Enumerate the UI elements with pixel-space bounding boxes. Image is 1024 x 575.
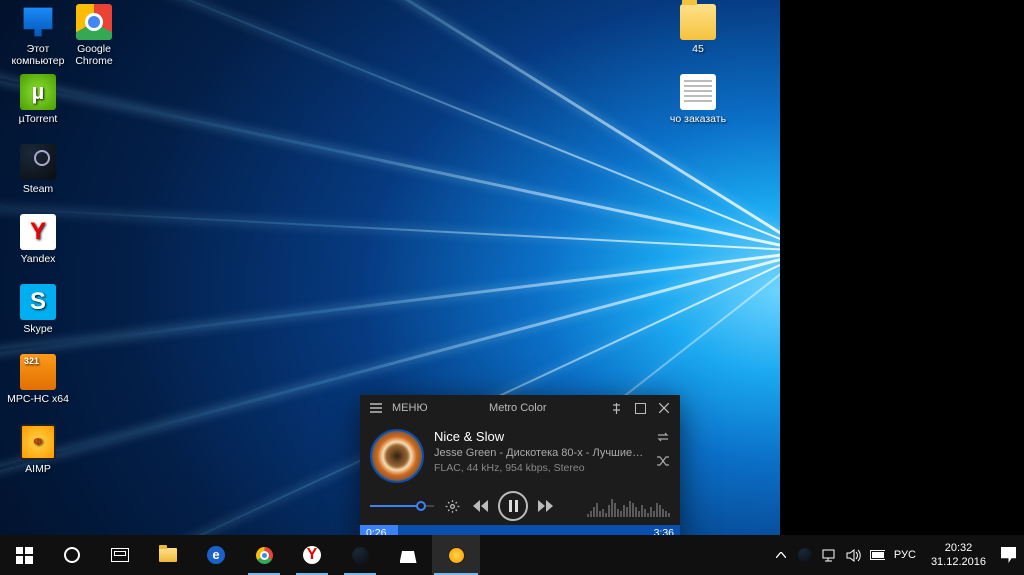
track-title: Nice & Slow: [434, 429, 646, 444]
store-button[interactable]: [384, 535, 432, 575]
steam-glyph-icon: [20, 144, 56, 180]
chrome-button[interactable]: [240, 535, 288, 575]
track-artist: Jesse Green - Дискотека 80-х - Лучшие Di…: [434, 447, 646, 459]
aimp-icon[interactable]: Ф AIMP: [4, 424, 72, 475]
tray-battery-icon[interactable]: [870, 548, 885, 563]
file-explorer-button[interactable]: [144, 535, 192, 575]
aimp-player-window[interactable]: МЕНЮ Metro Color Nice & Slow Jesse Green…: [360, 395, 680, 541]
yandex-icon[interactable]: Y Yandex: [4, 214, 72, 265]
aimp-button[interactable]: [432, 535, 480, 575]
prev-icon[interactable]: [470, 496, 490, 516]
pause-button[interactable]: [498, 491, 528, 521]
desktop-icon-label: Google Chrome: [60, 43, 128, 67]
system-tray[interactable]: РУС 20:32 31.12.2016: [766, 541, 1024, 569]
steam-icon[interactable]: Steam: [4, 144, 72, 195]
menu-label[interactable]: МЕНЮ: [388, 396, 432, 420]
settings-icon[interactable]: [442, 496, 462, 516]
txt-file-icon[interactable]: чо заказать: [664, 74, 732, 125]
aimp-glyph-icon: Ф: [20, 424, 56, 460]
track-format: FLAC, 44 kHz, 954 kbps, Stereo: [434, 462, 646, 474]
taskbar[interactable]: e Y РУС 20:32 31.12.2016: [0, 535, 1024, 575]
skype-glyph-icon: S: [20, 284, 56, 320]
chrome-glyph-icon: [76, 4, 112, 40]
hamburger-icon[interactable]: [364, 396, 388, 420]
desktop[interactable]: Этот компьютерGoogle ChromeµµTorrentStea…: [0, 0, 1024, 575]
taskview-button[interactable]: [96, 535, 144, 575]
volume-slider[interactable]: [370, 498, 434, 514]
mpc-icon[interactable]: MPC-HC x64: [4, 354, 72, 405]
folder-45-icon[interactable]: 45: [664, 4, 732, 55]
desktop-icon-label: Steam: [4, 183, 72, 195]
cortana-button[interactable]: [48, 535, 96, 575]
tray-chevron-up-icon[interactable]: [774, 548, 789, 563]
desktop-icon-label: µTorrent: [4, 113, 72, 125]
desktop-icon-label: 45: [664, 43, 732, 55]
pc-glyph-icon: [20, 4, 56, 40]
yandex-button[interactable]: Y: [288, 535, 336, 575]
desktop-icon-label: AIMP: [4, 463, 72, 475]
tray-time: 20:32: [931, 541, 986, 555]
mpc-glyph-icon: [20, 354, 56, 390]
desktop-icon-label: чо заказать: [664, 113, 732, 125]
start-button[interactable]: [0, 535, 48, 575]
minimize-icon[interactable]: [628, 396, 652, 420]
tray-volume-icon[interactable]: [846, 548, 861, 563]
yandex-glyph-icon: Y: [20, 214, 56, 250]
tray-clock[interactable]: 20:32 31.12.2016: [925, 541, 992, 569]
close-icon[interactable]: [652, 396, 676, 420]
tray-language[interactable]: РУС: [894, 549, 916, 561]
utorrent-glyph-icon: µ: [20, 74, 56, 110]
shuffle-icon[interactable]: [656, 455, 670, 469]
utorrent-icon[interactable]: µ µTorrent: [4, 74, 72, 125]
album-art[interactable]: [370, 429, 424, 483]
repeat-icon[interactable]: [656, 431, 670, 445]
action-center-icon[interactable]: [1001, 548, 1016, 563]
tray-date: 31.12.2016: [931, 555, 986, 569]
player-skin-title: Metro Color: [432, 402, 604, 414]
edge-button[interactable]: e: [192, 535, 240, 575]
pin-icon[interactable]: [604, 396, 628, 420]
skype-icon[interactable]: S Skype: [4, 284, 72, 335]
folder-glyph-icon: [680, 4, 716, 40]
player-titlebar[interactable]: МЕНЮ Metro Color: [360, 395, 680, 421]
txt-glyph-icon: [680, 74, 716, 110]
steam-button[interactable]: [336, 535, 384, 575]
chrome-icon[interactable]: Google Chrome: [60, 4, 128, 67]
spectrum-visualizer: [587, 495, 670, 517]
desktop-icon-label: Skype: [4, 323, 72, 335]
next-icon[interactable]: [536, 496, 556, 516]
desktop-icon-label: Yandex: [4, 253, 72, 265]
tray-network-icon[interactable]: [822, 548, 837, 563]
tray-steam-icon[interactable]: [798, 548, 813, 563]
desktop-icon-label: MPC-HC x64: [4, 393, 72, 405]
